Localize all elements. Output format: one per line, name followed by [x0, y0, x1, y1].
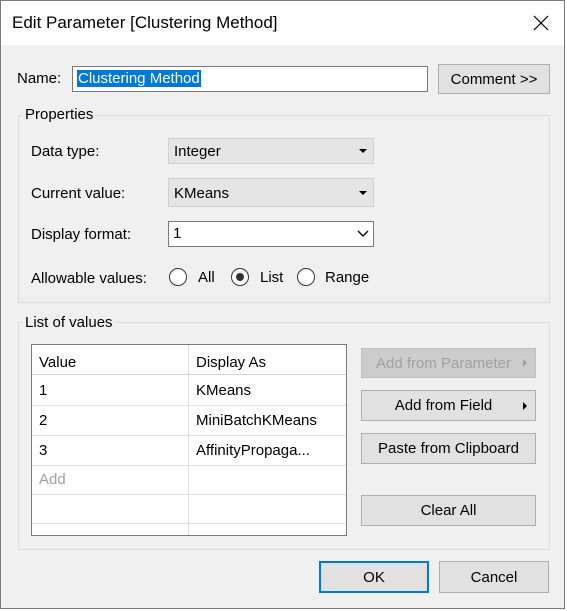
title-bar: Edit Parameter [Clustering Method]	[1, 1, 564, 45]
allowable-range-option[interactable]: Range	[297, 268, 369, 286]
current-value-label: Current value:	[31, 185, 126, 202]
name-input[interactable]: Clustering Method	[72, 66, 428, 92]
row-display: AffinityPropaga...	[196, 442, 310, 459]
add-from-parameter-label: Add from Parameter	[375, 354, 512, 372]
paste-from-clipboard-label: Paste from Clipboard	[378, 440, 519, 457]
submenu-arrow-icon	[523, 359, 527, 367]
dialog-title: Edit Parameter [Clustering Method]	[12, 13, 278, 32]
data-type-label: Data type:	[31, 143, 100, 160]
current-value-value: KMeans	[174, 185, 230, 202]
ok-button[interactable]: OK	[319, 561, 429, 593]
range-radio-label: Range	[325, 268, 370, 286]
display-format-value: 1	[173, 225, 182, 242]
add-from-parameter-button[interactable]: Add from Parameter	[361, 348, 536, 378]
clear-all-label: Clear All	[420, 502, 477, 519]
chevron-down-icon	[359, 149, 367, 153]
paste-from-clipboard-button[interactable]: Paste from Clipboard	[361, 433, 536, 464]
properties-title: Properties	[23, 106, 96, 123]
all-radio-label: All	[198, 268, 215, 286]
display-format-label: Display format:	[31, 226, 132, 243]
row-display: MiniBatchKMeans	[196, 412, 317, 429]
cancel-button[interactable]: Cancel	[439, 561, 549, 593]
empty-row	[32, 494, 346, 524]
column-header-value: Value	[39, 354, 77, 371]
name-label: Name:	[17, 70, 62, 87]
close-button[interactable]	[518, 1, 564, 45]
table-header: Value Display As	[32, 345, 346, 375]
data-type-select[interactable]: Integer	[168, 138, 374, 164]
list-of-values-title: List of values	[23, 314, 115, 331]
comment-button[interactable]: Comment >>	[438, 64, 550, 94]
add-from-field-button[interactable]: Add from Field	[361, 390, 536, 421]
clear-all-button[interactable]: Clear All	[361, 495, 536, 526]
edit-parameter-dialog: Edit Parameter [Clustering Method] Name:…	[0, 0, 565, 609]
allowable-list-option[interactable]: List	[231, 268, 283, 286]
add-row[interactable]: Add	[32, 465, 346, 495]
current-value-select[interactable]: KMeans	[168, 178, 374, 207]
range-radio[interactable]	[297, 268, 315, 286]
display-format-select[interactable]: 1	[168, 221, 374, 247]
chevron-down-icon	[359, 191, 367, 195]
column-header-display-as: Display As	[196, 354, 267, 371]
row-value: 1	[39, 382, 48, 399]
submenu-arrow-icon	[523, 401, 527, 410]
name-input-value: Clustering Method	[77, 70, 201, 87]
comment-button-label: Comment >>	[450, 70, 538, 88]
add-from-field-label: Add from Field	[394, 397, 493, 414]
cancel-label: Cancel	[470, 568, 518, 586]
row-value: 3	[39, 442, 48, 459]
table-row[interactable]: 2 MiniBatchKMeans	[32, 406, 346, 436]
add-placeholder: Add	[39, 471, 66, 488]
all-radio[interactable]	[169, 268, 187, 286]
chevron-down-icon	[357, 230, 369, 237]
table-row[interactable]: 1 KMeans	[32, 376, 346, 406]
row-display: KMeans	[196, 382, 252, 399]
row-value: 2	[39, 412, 48, 429]
ok-label: OK	[363, 568, 385, 586]
list-radio-label: List	[260, 268, 284, 286]
values-table[interactable]: Value Display As 1 KMeans 2 MiniBatchKMe…	[31, 344, 347, 536]
list-radio[interactable]	[231, 268, 249, 286]
allowable-all-option[interactable]: All	[169, 268, 215, 286]
data-type-value: Integer	[174, 143, 221, 160]
close-icon	[533, 15, 549, 31]
allowable-values-label: Allowable values:	[31, 270, 147, 287]
table-row[interactable]: 3 AffinityPropaga...	[32, 436, 346, 466]
